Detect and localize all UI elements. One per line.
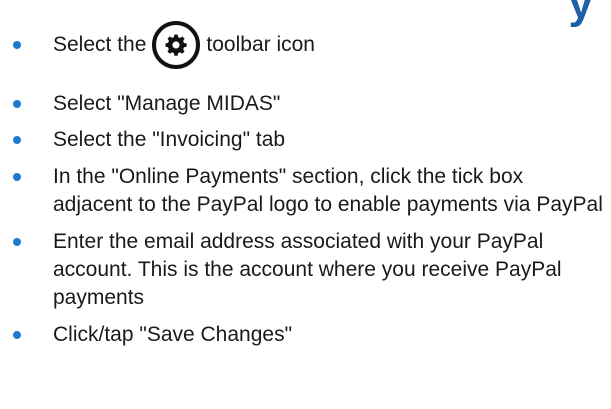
step-text-after-icon: toolbar icon	[206, 33, 315, 56]
list-item: In the "Online Payments" section, click …	[0, 163, 611, 219]
instruction-list: Select the toolbar icon Select "Manage M…	[0, 10, 611, 349]
bullet-icon	[13, 173, 21, 181]
step-text: Click/tap "Save Changes"	[53, 323, 293, 346]
list-item: Select "Manage MIDAS"	[0, 90, 611, 118]
list-item: Select the "Invoicing" tab	[0, 126, 611, 154]
gear-icon	[152, 21, 201, 69]
gear-icon-graphic	[165, 34, 188, 56]
bullet-icon	[13, 136, 21, 144]
step-text-before-icon: Select the	[53, 33, 147, 56]
step-text: Select "Manage MIDAS"	[53, 92, 281, 115]
list-item: Click/tap "Save Changes"	[0, 321, 611, 349]
bullet-icon	[13, 100, 21, 108]
step-text: Select the "Invoicing" tab	[53, 128, 286, 151]
bullet-icon	[13, 238, 21, 246]
bullet-icon	[13, 331, 21, 339]
list-item: Enter the email address associated with …	[0, 228, 611, 312]
step-text: Enter the email address associated with …	[53, 230, 562, 309]
bullet-icon	[13, 41, 21, 49]
list-item: Select the toolbar icon	[0, 10, 611, 80]
step-text: In the "Online Payments" section, click …	[53, 165, 603, 216]
step-line: Select the toolbar icon	[53, 21, 315, 69]
